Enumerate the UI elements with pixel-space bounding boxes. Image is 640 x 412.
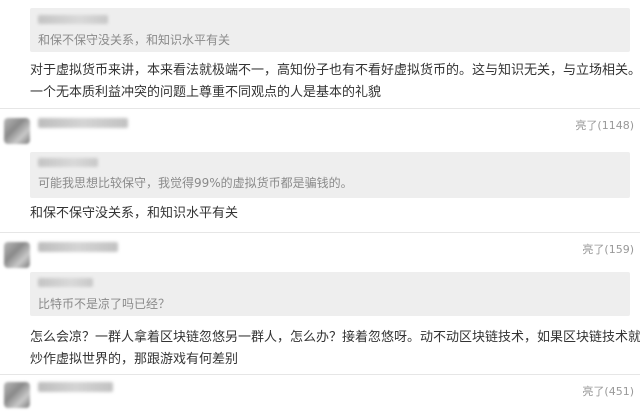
comment-body-line: 炒作虚拟世界的，那跟游戏有何差别 <box>30 352 239 367</box>
comment-body-line: 怎么会凉？一群人拿着区块链忽悠另一群人，怎么办？接着忽悠呀。动不动区块链技术，如… <box>30 330 640 345</box>
username[interactable] <box>38 382 113 392</box>
comment-body-line: 对于虚拟货币来讲，本来看法就极端不一，高知份子也有不看好虚拟货币的。这与知识无关… <box>30 63 640 78</box>
quoted-username <box>38 158 98 167</box>
comment-divider <box>0 374 640 375</box>
quoted-text: 可能我思想比较保守，我觉得99%的虚拟货币都是骗钱的。 <box>38 176 353 190</box>
comment-divider <box>0 108 640 109</box>
quoted-username <box>38 278 93 287</box>
avatar[interactable] <box>4 118 30 144</box>
username[interactable] <box>38 242 118 252</box>
comment-divider <box>0 232 640 233</box>
comment-body-line: 和保不保守没关系，和知识水平有关 <box>30 206 239 221</box>
like-button[interactable]: 亮了(451) <box>582 383 634 399</box>
avatar[interactable] <box>4 242 30 268</box>
quoted-text: 比特币不是凉了吗已经？ <box>38 297 171 311</box>
like-button[interactable]: 亮了(1148) <box>575 117 634 133</box>
quoted-reply-box: 比特币不是凉了吗已经？ <box>30 272 630 316</box>
comment-body-line: 一个无本质利益冲突的问题上尊重不同观点的人是基本的礼貌 <box>30 85 382 100</box>
username[interactable] <box>38 118 128 128</box>
quoted-username <box>38 15 108 24</box>
quoted-reply-box: 和保不保守没关系，和知识水平有关 <box>30 8 630 52</box>
quoted-reply-box: 可能我思想比较保守，我觉得99%的虚拟货币都是骗钱的。 <box>30 152 630 198</box>
avatar[interactable] <box>4 382 30 408</box>
like-button[interactable]: 亮了(159) <box>582 241 634 257</box>
quoted-text: 和保不保守没关系，和知识水平有关 <box>38 33 231 47</box>
